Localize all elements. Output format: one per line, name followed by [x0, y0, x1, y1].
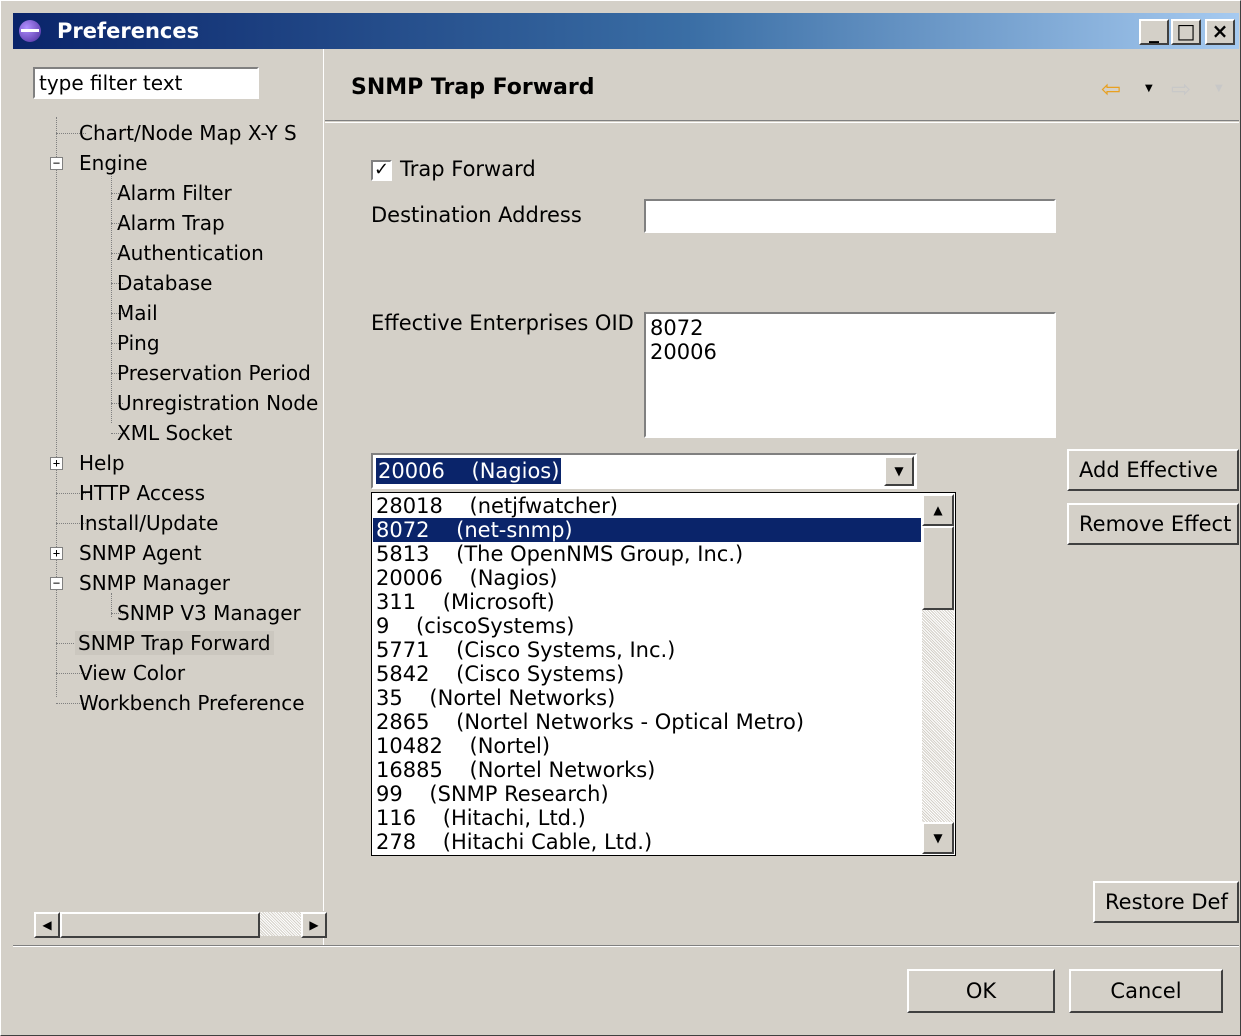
expand-icon[interactable]: +: [50, 457, 63, 470]
tree-item-authentication[interactable]: Authentication: [117, 239, 264, 267]
preferences-window: Preferences _ □ × −: [0, 0, 1241, 1036]
list-item[interactable]: 16885 (Nortel Networks): [373, 758, 921, 782]
tree-item-chart-node-map[interactable]: Chart/Node Map X-Y S: [79, 119, 297, 147]
list-item[interactable]: 8072: [650, 316, 1050, 340]
list-item[interactable]: 278 (Hitachi Cable, Ltd.): [373, 830, 921, 854]
ok-button[interactable]: OK: [907, 969, 1055, 1013]
scroll-thumb[interactable]: [60, 912, 260, 938]
page-title: SNMP Trap Forward: [351, 75, 595, 100]
effective-oid-list[interactable]: 8072 20006: [644, 312, 1056, 438]
eclipse-icon: [19, 20, 41, 42]
dropdown-vertical-scrollbar[interactable]: ▲ ▼: [922, 494, 954, 854]
list-item[interactable]: 5771 (Cisco Systems, Inc.): [373, 638, 921, 662]
list-item[interactable]: 10482 (Nortel): [373, 734, 921, 758]
tree-item-database[interactable]: Database: [117, 269, 212, 297]
back-arrow-icon[interactable]: ⇦: [1101, 75, 1121, 103]
tree-item-engine[interactable]: Engine: [79, 149, 148, 177]
forward-arrow-icon[interactable]: ⇨: [1171, 75, 1191, 103]
list-item[interactable]: 99 (SNMP Research): [373, 782, 921, 806]
tree-item-preservation-period[interactable]: Preservation Period: [117, 359, 311, 387]
tree-item-ping[interactable]: Ping: [117, 329, 160, 357]
tree-item-snmp-trap-forward[interactable]: SNMP Trap Forward: [75, 629, 274, 657]
list-item[interactable]: 35 (Nortel Networks): [373, 686, 921, 710]
list-item[interactable]: 116 (Hitachi, Ltd.): [373, 806, 921, 830]
list-item-selected[interactable]: 8072 (net-snmp): [373, 518, 921, 542]
trap-forward-label: Trap Forward: [400, 157, 536, 181]
add-effective-button[interactable]: Add Effective: [1067, 449, 1239, 491]
scroll-down-icon[interactable]: ▼: [922, 822, 954, 854]
expand-icon[interactable]: +: [50, 547, 63, 560]
filter-input[interactable]: [33, 67, 259, 99]
collapse-icon[interactable]: −: [50, 157, 63, 170]
scroll-left-icon[interactable]: ◀: [34, 912, 60, 938]
scroll-right-icon[interactable]: ▶: [301, 912, 327, 938]
restore-defaults-button[interactable]: Restore Def: [1093, 881, 1239, 923]
trap-forward-checkbox[interactable]: ✓: [371, 160, 392, 181]
list-item[interactable]: 311 (Microsoft): [373, 590, 921, 614]
preference-navigation-panel: − + + − Chart/Node Map X-Y S Engine Alar…: [13, 49, 328, 945]
title-bar[interactable]: Preferences _ □ ×: [13, 13, 1239, 49]
combo-selected-value: 20006 (Nagios): [376, 458, 562, 484]
tree-item-snmp-agent[interactable]: SNMP Agent: [79, 539, 202, 567]
close-button[interactable]: ×: [1205, 19, 1235, 45]
forward-history-dropdown-icon[interactable]: ▼: [1215, 83, 1223, 94]
enterprise-oid-dropdown-list[interactable]: 28018 (netjfwatcher) 8072 (net-snmp) 581…: [371, 492, 956, 856]
cancel-button[interactable]: Cancel: [1069, 969, 1223, 1013]
scroll-thumb[interactable]: [922, 526, 954, 610]
list-item[interactable]: 2865 (Nortel Networks - Optical Metro): [373, 710, 921, 734]
effective-oid-label: Effective Enterprises OID: [371, 311, 634, 335]
destination-address-label: Destination Address: [371, 203, 582, 227]
collapse-icon[interactable]: −: [50, 577, 63, 590]
trap-forward-checkbox-row[interactable]: ✓ Trap Forward: [371, 155, 536, 183]
remove-effective-button[interactable]: Remove Effect: [1067, 503, 1239, 545]
tree-item-http-access[interactable]: HTTP Access: [79, 479, 205, 507]
list-item[interactable]: 5813 (The OpenNMS Group, Inc.): [373, 542, 921, 566]
minimize-button[interactable]: _: [1139, 19, 1169, 45]
list-item[interactable]: 28018 (netjfwatcher): [373, 494, 921, 518]
tree-item-view-color[interactable]: View Color: [79, 659, 185, 687]
tree-item-mail[interactable]: Mail: [117, 299, 158, 327]
enterprise-oid-combo[interactable]: 20006 (Nagios) ▼: [371, 453, 917, 489]
tree-item-snmp-v3-manager[interactable]: SNMP V3 Manager: [117, 599, 301, 627]
scroll-up-icon[interactable]: ▲: [922, 494, 954, 526]
preference-page-content: ✓ Trap Forward Destination Address Effect…: [325, 122, 1239, 945]
list-item[interactable]: 5842 (Cisco Systems): [373, 662, 921, 686]
list-item[interactable]: 20006: [650, 340, 1050, 364]
tree-item-install-update[interactable]: Install/Update: [79, 509, 218, 537]
back-history-dropdown-icon[interactable]: ▼: [1145, 83, 1153, 94]
list-item[interactable]: 20006 (Nagios): [373, 566, 921, 590]
tree-item-alarm-trap[interactable]: Alarm Trap: [117, 209, 225, 237]
chevron-down-icon[interactable]: ▼: [884, 456, 914, 486]
tree-item-unregistration-node[interactable]: Unregistration Node: [117, 389, 318, 417]
tree-item-workbench-preference[interactable]: Workbench Preference: [79, 689, 305, 717]
tree-item-help[interactable]: Help: [79, 449, 125, 477]
window-title: Preferences: [57, 19, 200, 43]
tree-item-xml-socket[interactable]: XML Socket: [117, 419, 232, 447]
tree-item-snmp-manager[interactable]: SNMP Manager: [79, 569, 230, 597]
page-header: SNMP Trap Forward ⇦ ▼ ⇨ ▼: [325, 49, 1239, 121]
footer-separator: [13, 945, 1239, 947]
maximize-button[interactable]: □: [1171, 19, 1201, 45]
preference-tree: − + + − Chart/Node Map X-Y S Engine Alar…: [13, 117, 324, 917]
tree-item-alarm-filter[interactable]: Alarm Filter: [117, 179, 232, 207]
tree-horizontal-scrollbar[interactable]: ◀ ▶: [33, 911, 328, 938]
list-item[interactable]: 9 (ciscoSystems): [373, 614, 921, 638]
destination-address-field[interactable]: [644, 199, 1056, 233]
